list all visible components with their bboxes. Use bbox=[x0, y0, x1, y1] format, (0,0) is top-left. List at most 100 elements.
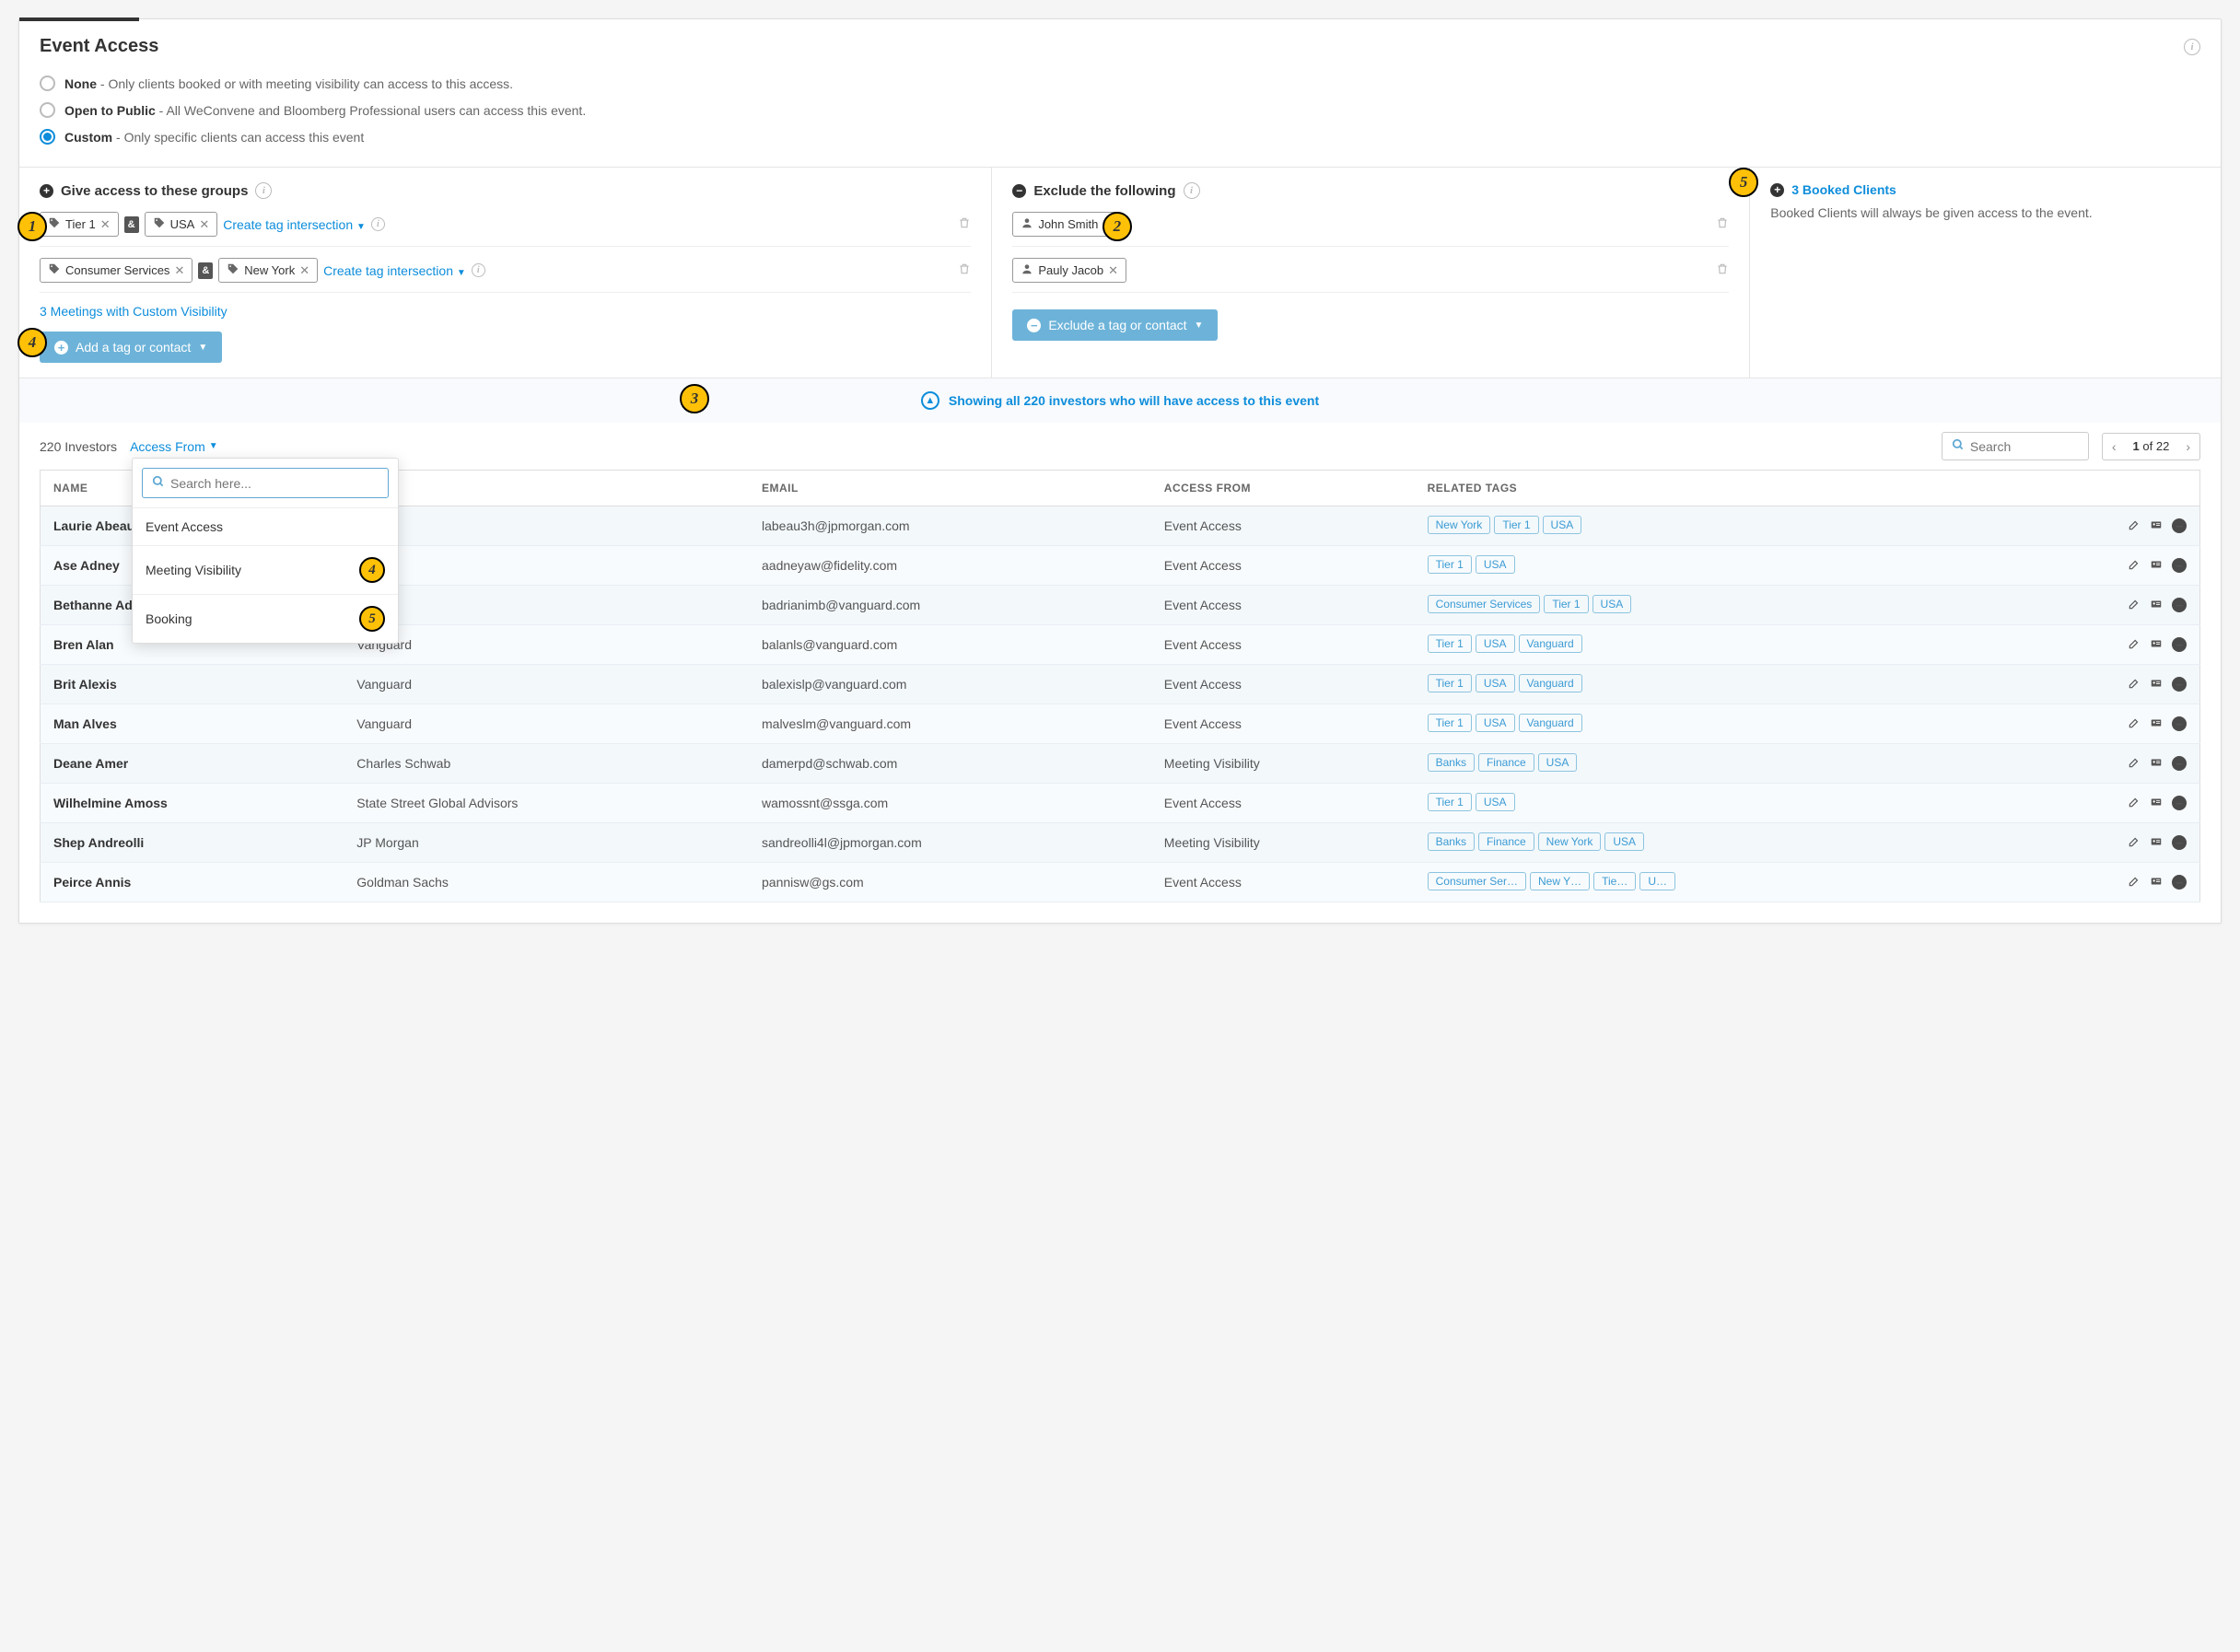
dropdown-search-input[interactable] bbox=[170, 476, 379, 491]
trash-icon[interactable] bbox=[1716, 262, 1729, 279]
edit-icon[interactable] bbox=[2128, 756, 2141, 772]
card-icon[interactable] bbox=[2150, 835, 2163, 851]
tag-chip[interactable]: New York ✕ bbox=[218, 258, 318, 283]
related-tag[interactable]: Vanguard bbox=[1519, 714, 1582, 732]
dropdown-item[interactable]: Meeting Visibility4 bbox=[133, 545, 398, 594]
related-tag[interactable]: U… bbox=[1639, 872, 1675, 890]
remove-icon[interactable]: − bbox=[2172, 716, 2187, 731]
info-icon[interactable]: i bbox=[371, 217, 385, 231]
remove-icon[interactable]: − bbox=[2172, 637, 2187, 652]
related-tag[interactable]: Tier 1 bbox=[1428, 714, 1472, 732]
investors-toggle-bar[interactable]: 3 ▲ Showing all 220 investors who will h… bbox=[19, 378, 2221, 423]
edit-icon[interactable] bbox=[2128, 598, 2141, 613]
edit-icon[interactable] bbox=[2128, 637, 2141, 653]
edit-icon[interactable] bbox=[2128, 677, 2141, 692]
related-tag[interactable]: Banks bbox=[1428, 832, 1475, 851]
related-tag[interactable]: Tie… bbox=[1593, 872, 1636, 890]
related-tag[interactable]: USA bbox=[1476, 793, 1515, 811]
investor-tags: Tier 1USAVanguard bbox=[1415, 704, 2016, 744]
related-tag[interactable]: Tier 1 bbox=[1494, 516, 1538, 534]
table-search-input[interactable] bbox=[1970, 439, 2079, 454]
card-icon[interactable] bbox=[2150, 598, 2163, 613]
prev-page-button[interactable]: ‹ bbox=[2103, 434, 2126, 460]
related-tag[interactable]: USA bbox=[1538, 753, 1578, 772]
trash-icon[interactable] bbox=[1716, 216, 1729, 233]
close-icon[interactable]: ✕ bbox=[299, 263, 309, 278]
info-icon[interactable]: i bbox=[255, 182, 272, 199]
remove-icon[interactable]: − bbox=[2172, 835, 2187, 850]
card-icon[interactable] bbox=[2150, 716, 2163, 732]
access-from-filter[interactable]: Access From ▼ bbox=[130, 439, 218, 454]
card-icon[interactable] bbox=[2150, 875, 2163, 890]
remove-icon[interactable]: − bbox=[2172, 796, 2187, 810]
related-tag[interactable]: New York bbox=[1538, 832, 1602, 851]
close-icon[interactable]: ✕ bbox=[100, 217, 111, 232]
close-icon[interactable]: ✕ bbox=[1108, 263, 1118, 278]
edit-icon[interactable] bbox=[2128, 796, 2141, 811]
related-tag[interactable]: Finance bbox=[1478, 753, 1534, 772]
edit-icon[interactable] bbox=[2128, 835, 2141, 851]
remove-icon[interactable]: − bbox=[2172, 677, 2187, 692]
related-tag[interactable]: Tier 1 bbox=[1428, 674, 1472, 692]
related-tag[interactable]: Tier 1 bbox=[1428, 634, 1472, 653]
related-tag[interactable]: USA bbox=[1604, 832, 1644, 851]
card-icon[interactable] bbox=[2150, 756, 2163, 772]
dropdown-item[interactable]: Event Access bbox=[133, 507, 398, 545]
dropdown-search[interactable] bbox=[142, 468, 389, 498]
related-tag[interactable]: USA bbox=[1543, 516, 1582, 534]
related-tag[interactable]: New Y… bbox=[1530, 872, 1590, 890]
edit-icon[interactable] bbox=[2128, 716, 2141, 732]
info-icon[interactable]: i bbox=[2184, 39, 2200, 55]
radio-option-none[interactable]: None - Only clients booked or with meeti… bbox=[40, 70, 2200, 97]
table-search[interactable] bbox=[1942, 432, 2089, 460]
related-tag[interactable]: Vanguard bbox=[1519, 634, 1582, 653]
remove-icon[interactable]: − bbox=[2172, 875, 2187, 890]
related-tag[interactable]: Banks bbox=[1428, 753, 1475, 772]
related-tag[interactable]: Consumer Ser… bbox=[1428, 872, 1526, 890]
create-intersection-link[interactable]: Create tag intersection ▼ bbox=[323, 263, 466, 278]
create-intersection-link[interactable]: Create tag intersection ▼ bbox=[223, 217, 366, 232]
info-icon[interactable]: i bbox=[1184, 182, 1200, 199]
card-icon[interactable] bbox=[2150, 637, 2163, 653]
tag-chip[interactable]: Consumer Services ✕ bbox=[40, 258, 192, 283]
related-tag[interactable]: Tier 1 bbox=[1428, 555, 1472, 574]
related-tag[interactable]: USA bbox=[1476, 714, 1515, 732]
related-tag[interactable]: Finance bbox=[1478, 832, 1534, 851]
related-tag[interactable]: USA bbox=[1592, 595, 1632, 613]
card-icon[interactable] bbox=[2150, 518, 2163, 534]
radio-option-custom[interactable]: Custom - Only specific clients can acces… bbox=[40, 123, 2200, 150]
remove-icon[interactable]: − bbox=[2172, 598, 2187, 612]
remove-icon[interactable]: − bbox=[2172, 558, 2187, 573]
card-icon[interactable] bbox=[2150, 558, 2163, 574]
related-tag[interactable]: Tier 1 bbox=[1428, 793, 1472, 811]
exclude-tag-contact-button[interactable]: − Exclude a tag or contact ▼ bbox=[1012, 309, 1218, 341]
related-tag[interactable]: Vanguard bbox=[1519, 674, 1582, 692]
remove-icon[interactable]: − bbox=[2172, 756, 2187, 771]
trash-icon[interactable] bbox=[958, 216, 971, 233]
meetings-visibility-link[interactable]: 3 Meetings with Custom Visibility bbox=[40, 304, 228, 319]
related-tag[interactable]: Tier 1 bbox=[1544, 595, 1588, 613]
close-icon[interactable]: ✕ bbox=[174, 263, 184, 278]
radio-option-public[interactable]: Open to Public - All WeConvene and Bloom… bbox=[40, 97, 2200, 123]
related-tag[interactable]: USA bbox=[1476, 634, 1515, 653]
add-tag-contact-button[interactable]: + Add a tag or contact ▼ bbox=[40, 332, 222, 363]
booked-clients-link[interactable]: 3 Booked Clients bbox=[1791, 182, 1896, 197]
close-icon[interactable]: ✕ bbox=[199, 217, 209, 232]
related-tag[interactable]: USA bbox=[1476, 674, 1515, 692]
next-page-button[interactable]: › bbox=[2176, 434, 2199, 460]
edit-icon[interactable] bbox=[2128, 875, 2141, 890]
related-tag[interactable]: Consumer Services bbox=[1428, 595, 1541, 613]
trash-icon[interactable] bbox=[958, 262, 971, 279]
edit-icon[interactable] bbox=[2128, 558, 2141, 574]
edit-icon[interactable] bbox=[2128, 518, 2141, 534]
tag-chip[interactable]: Tier 1 ✕ bbox=[40, 212, 119, 237]
dropdown-item[interactable]: Booking5 bbox=[133, 594, 398, 643]
card-icon[interactable] bbox=[2150, 796, 2163, 811]
related-tag[interactable]: New York bbox=[1428, 516, 1491, 534]
remove-icon[interactable]: − bbox=[2172, 518, 2187, 533]
contact-chip[interactable]: Pauly Jacob ✕ bbox=[1012, 258, 1126, 283]
tag-chip[interactable]: USA ✕ bbox=[145, 212, 218, 237]
info-icon[interactable]: i bbox=[472, 263, 485, 277]
related-tag[interactable]: USA bbox=[1476, 555, 1515, 574]
card-icon[interactable] bbox=[2150, 677, 2163, 692]
